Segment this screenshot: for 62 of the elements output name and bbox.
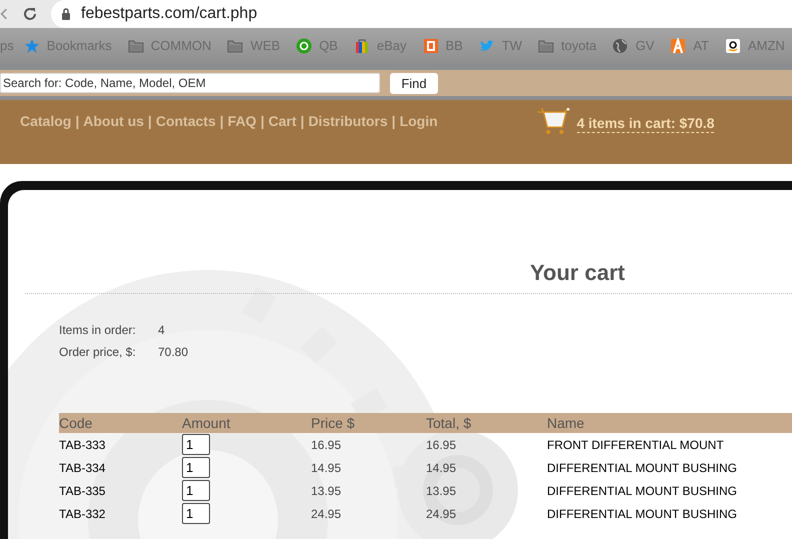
table-cell: 14.95: [426, 460, 456, 474]
table-cell: 14.95: [311, 460, 342, 474]
table-cell: 16.95: [426, 438, 456, 452]
cart-icon[interactable]: [536, 108, 570, 135]
cart-link[interactable]: 4 items in cart: $70.8: [576, 114, 714, 132]
address-bar[interactable]: febestparts.com/cart.php: [51, 0, 792, 28]
star-icon[interactable]: [24, 38, 40, 54]
nav-link[interactable]: Contacts: [156, 113, 216, 129]
at-logo-icon[interactable]: [670, 38, 686, 54]
nav-separator: |: [148, 113, 152, 129]
nav-link[interactable]: Cart: [268, 113, 296, 129]
table-cell: 13.95: [426, 484, 456, 498]
table-cell: FRONT DIFFERENTIAL MOUNT: [547, 438, 724, 452]
table-cell: TAB-335: [59, 484, 106, 498]
page-title: Your cart: [530, 259, 625, 287]
table-cell: TAB-333: [59, 438, 106, 452]
summary-label: Items in order:: [59, 323, 137, 337]
find-button[interactable]: Find: [390, 72, 438, 94]
folder-icon[interactable]: [128, 38, 144, 54]
table-cell: TAB-332: [59, 506, 106, 520]
column-header: Amount: [182, 415, 230, 431]
amazon-logo-icon[interactable]: [724, 38, 741, 54]
table-cell: 16.95: [311, 438, 342, 452]
lock-icon: [61, 8, 71, 20]
globe-icon[interactable]: [612, 38, 628, 54]
nav-separator: |: [300, 113, 304, 129]
shopping-bag-icon[interactable]: [354, 38, 370, 54]
qb-logo-icon[interactable]: [296, 38, 312, 54]
nav-link[interactable]: Login: [400, 113, 438, 129]
table-cell: 24.95: [426, 506, 456, 520]
table-cell: TAB-334: [59, 460, 106, 474]
table-cell: 24.95: [311, 506, 342, 520]
search-field[interactable]: Search for: Code, Name, Model, OEM: [0, 73, 380, 93]
column-header: Total, $: [426, 415, 472, 431]
column-header: Price $: [311, 415, 355, 431]
nav-separator: |: [392, 113, 396, 129]
nav-separator: |: [220, 113, 224, 129]
table-cell: DIFFERENTIAL MOUNT BUSHING: [547, 460, 738, 474]
folder-icon[interactable]: [227, 38, 244, 54]
table-cell: DIFFERENTIAL MOUNT BUSHING: [547, 506, 738, 520]
bb-logo-icon[interactable]: [422, 38, 438, 54]
table-cell: DIFFERENTIAL MOUNT BUSHING: [547, 484, 738, 498]
amount-field[interactable]: 1: [182, 457, 210, 478]
amount-field[interactable]: 1: [182, 480, 210, 501]
summary-value: 4: [158, 323, 165, 337]
nav-link[interactable]: About us: [83, 113, 144, 129]
url-text: febestparts.com/cart.php: [81, 5, 258, 23]
folder-icon[interactable]: [538, 38, 554, 54]
nav-link[interactable]: Distributors: [308, 113, 388, 129]
reload-icon[interactable]: [22, 6, 38, 22]
summary-value: 70.80: [158, 345, 188, 359]
summary-label: Order price, $:: [59, 345, 137, 359]
nav-link[interactable]: FAQ: [228, 113, 256, 129]
nav-separator: |: [260, 113, 264, 129]
nav-separator: |: [75, 113, 80, 129]
back-icon[interactable]: [0, 6, 8, 22]
table-cell: 13.95: [311, 484, 342, 498]
nav-link[interactable]: Catalog: [20, 113, 72, 129]
amount-field[interactable]: 1: [182, 434, 210, 455]
column-header: Code: [59, 415, 92, 431]
amount-field[interactable]: 1: [182, 503, 210, 524]
column-header: Name: [547, 415, 584, 431]
